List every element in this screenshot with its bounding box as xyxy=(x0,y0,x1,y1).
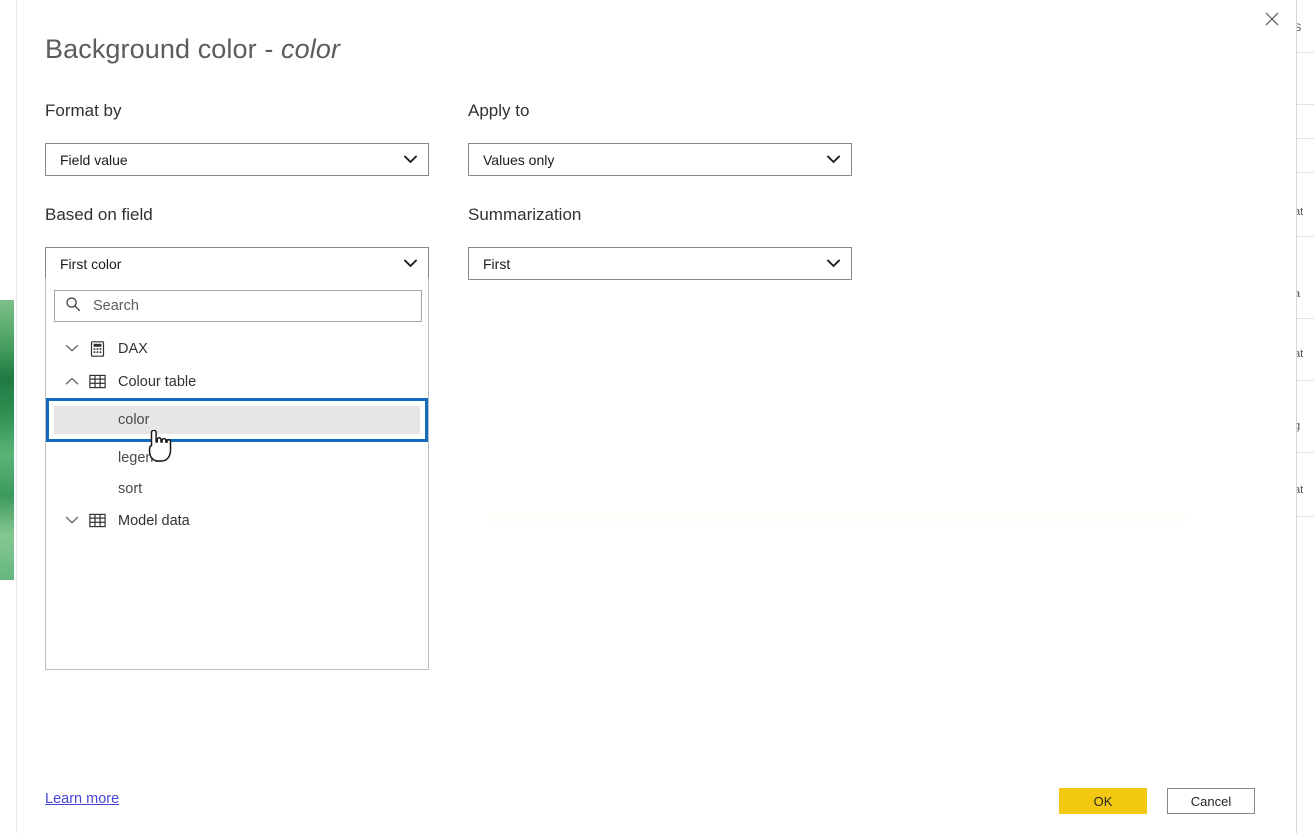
format-by-label: Format by xyxy=(45,101,122,120)
tree-leaf-label: sort xyxy=(118,480,143,497)
tree-leaf-sort[interactable]: sort xyxy=(46,473,428,504)
background-row-text: g xyxy=(1294,420,1301,432)
tree-node-label: Colour table xyxy=(118,373,197,390)
background-row-text: a xyxy=(1294,288,1301,300)
search-box[interactable] xyxy=(54,290,422,322)
table-icon xyxy=(86,374,108,389)
format-by-dropdown[interactable]: Field value xyxy=(45,143,429,176)
tree-leaf-legend[interactable]: legend xyxy=(46,442,428,473)
close-button[interactable] xyxy=(1254,4,1290,34)
field-tree: DAX Colour table color legend sort Model… xyxy=(46,332,428,537)
dax-measure-icon xyxy=(86,340,108,357)
tree-node-dax[interactable]: DAX xyxy=(46,332,428,365)
chevron-down-icon xyxy=(400,254,420,274)
based-on-field-dropdown[interactable]: First color xyxy=(45,247,429,280)
background-row-text: at xyxy=(1294,206,1304,218)
field-picker-panel: DAX Colour t xyxy=(45,278,429,670)
tree-node-colour-table[interactable]: Colour table xyxy=(46,365,428,398)
chevron-up-icon[interactable] xyxy=(60,377,84,386)
background-color-dialog: Background color - color Format by Field… xyxy=(17,0,1297,833)
chevron-down-icon xyxy=(823,254,843,274)
chevron-down-icon xyxy=(823,150,843,170)
tree-leaf-label: color xyxy=(54,406,420,434)
background-row-text: at xyxy=(1294,348,1304,360)
chevron-down-icon[interactable] xyxy=(60,516,84,525)
dialog-title-field: color xyxy=(281,34,341,64)
background-chart-visual xyxy=(0,300,14,580)
ok-button[interactable]: OK xyxy=(1059,788,1147,814)
search-icon xyxy=(65,296,81,317)
tree-node-model-data[interactable]: Model data xyxy=(46,504,428,537)
apply-to-dropdown[interactable]: Values only xyxy=(468,143,852,176)
search-input[interactable] xyxy=(81,291,421,321)
cancel-button[interactable]: Cancel xyxy=(1167,788,1255,814)
close-icon xyxy=(1265,12,1279,26)
apply-to-value: Values only xyxy=(483,151,555,168)
chevron-down-icon xyxy=(400,150,420,170)
summarization-dropdown[interactable]: First xyxy=(468,247,852,280)
apply-to-label: Apply to xyxy=(468,101,530,120)
based-on-field-value: First color xyxy=(60,255,122,272)
background-row-text: at xyxy=(1294,484,1304,496)
summarization-value: First xyxy=(483,255,511,272)
chevron-down-icon[interactable] xyxy=(60,344,84,353)
learn-more-link[interactable]: Learn more xyxy=(45,791,119,807)
format-by-value: Field value xyxy=(60,151,128,168)
tree-leaf-color[interactable]: color xyxy=(46,398,428,442)
tree-node-label: DAX xyxy=(118,340,148,357)
tree-node-label: Model data xyxy=(118,512,190,529)
dialog-title-text: Background color - xyxy=(45,34,282,64)
page-title: Background color - color xyxy=(45,34,340,65)
tree-leaf-label: legend xyxy=(118,449,162,466)
summarization-label: Summarization xyxy=(468,205,582,224)
table-icon xyxy=(86,513,108,528)
background-row-text: S xyxy=(1294,22,1302,34)
based-on-field-label: Based on field xyxy=(45,205,153,224)
background-artifact xyxy=(487,512,1187,522)
